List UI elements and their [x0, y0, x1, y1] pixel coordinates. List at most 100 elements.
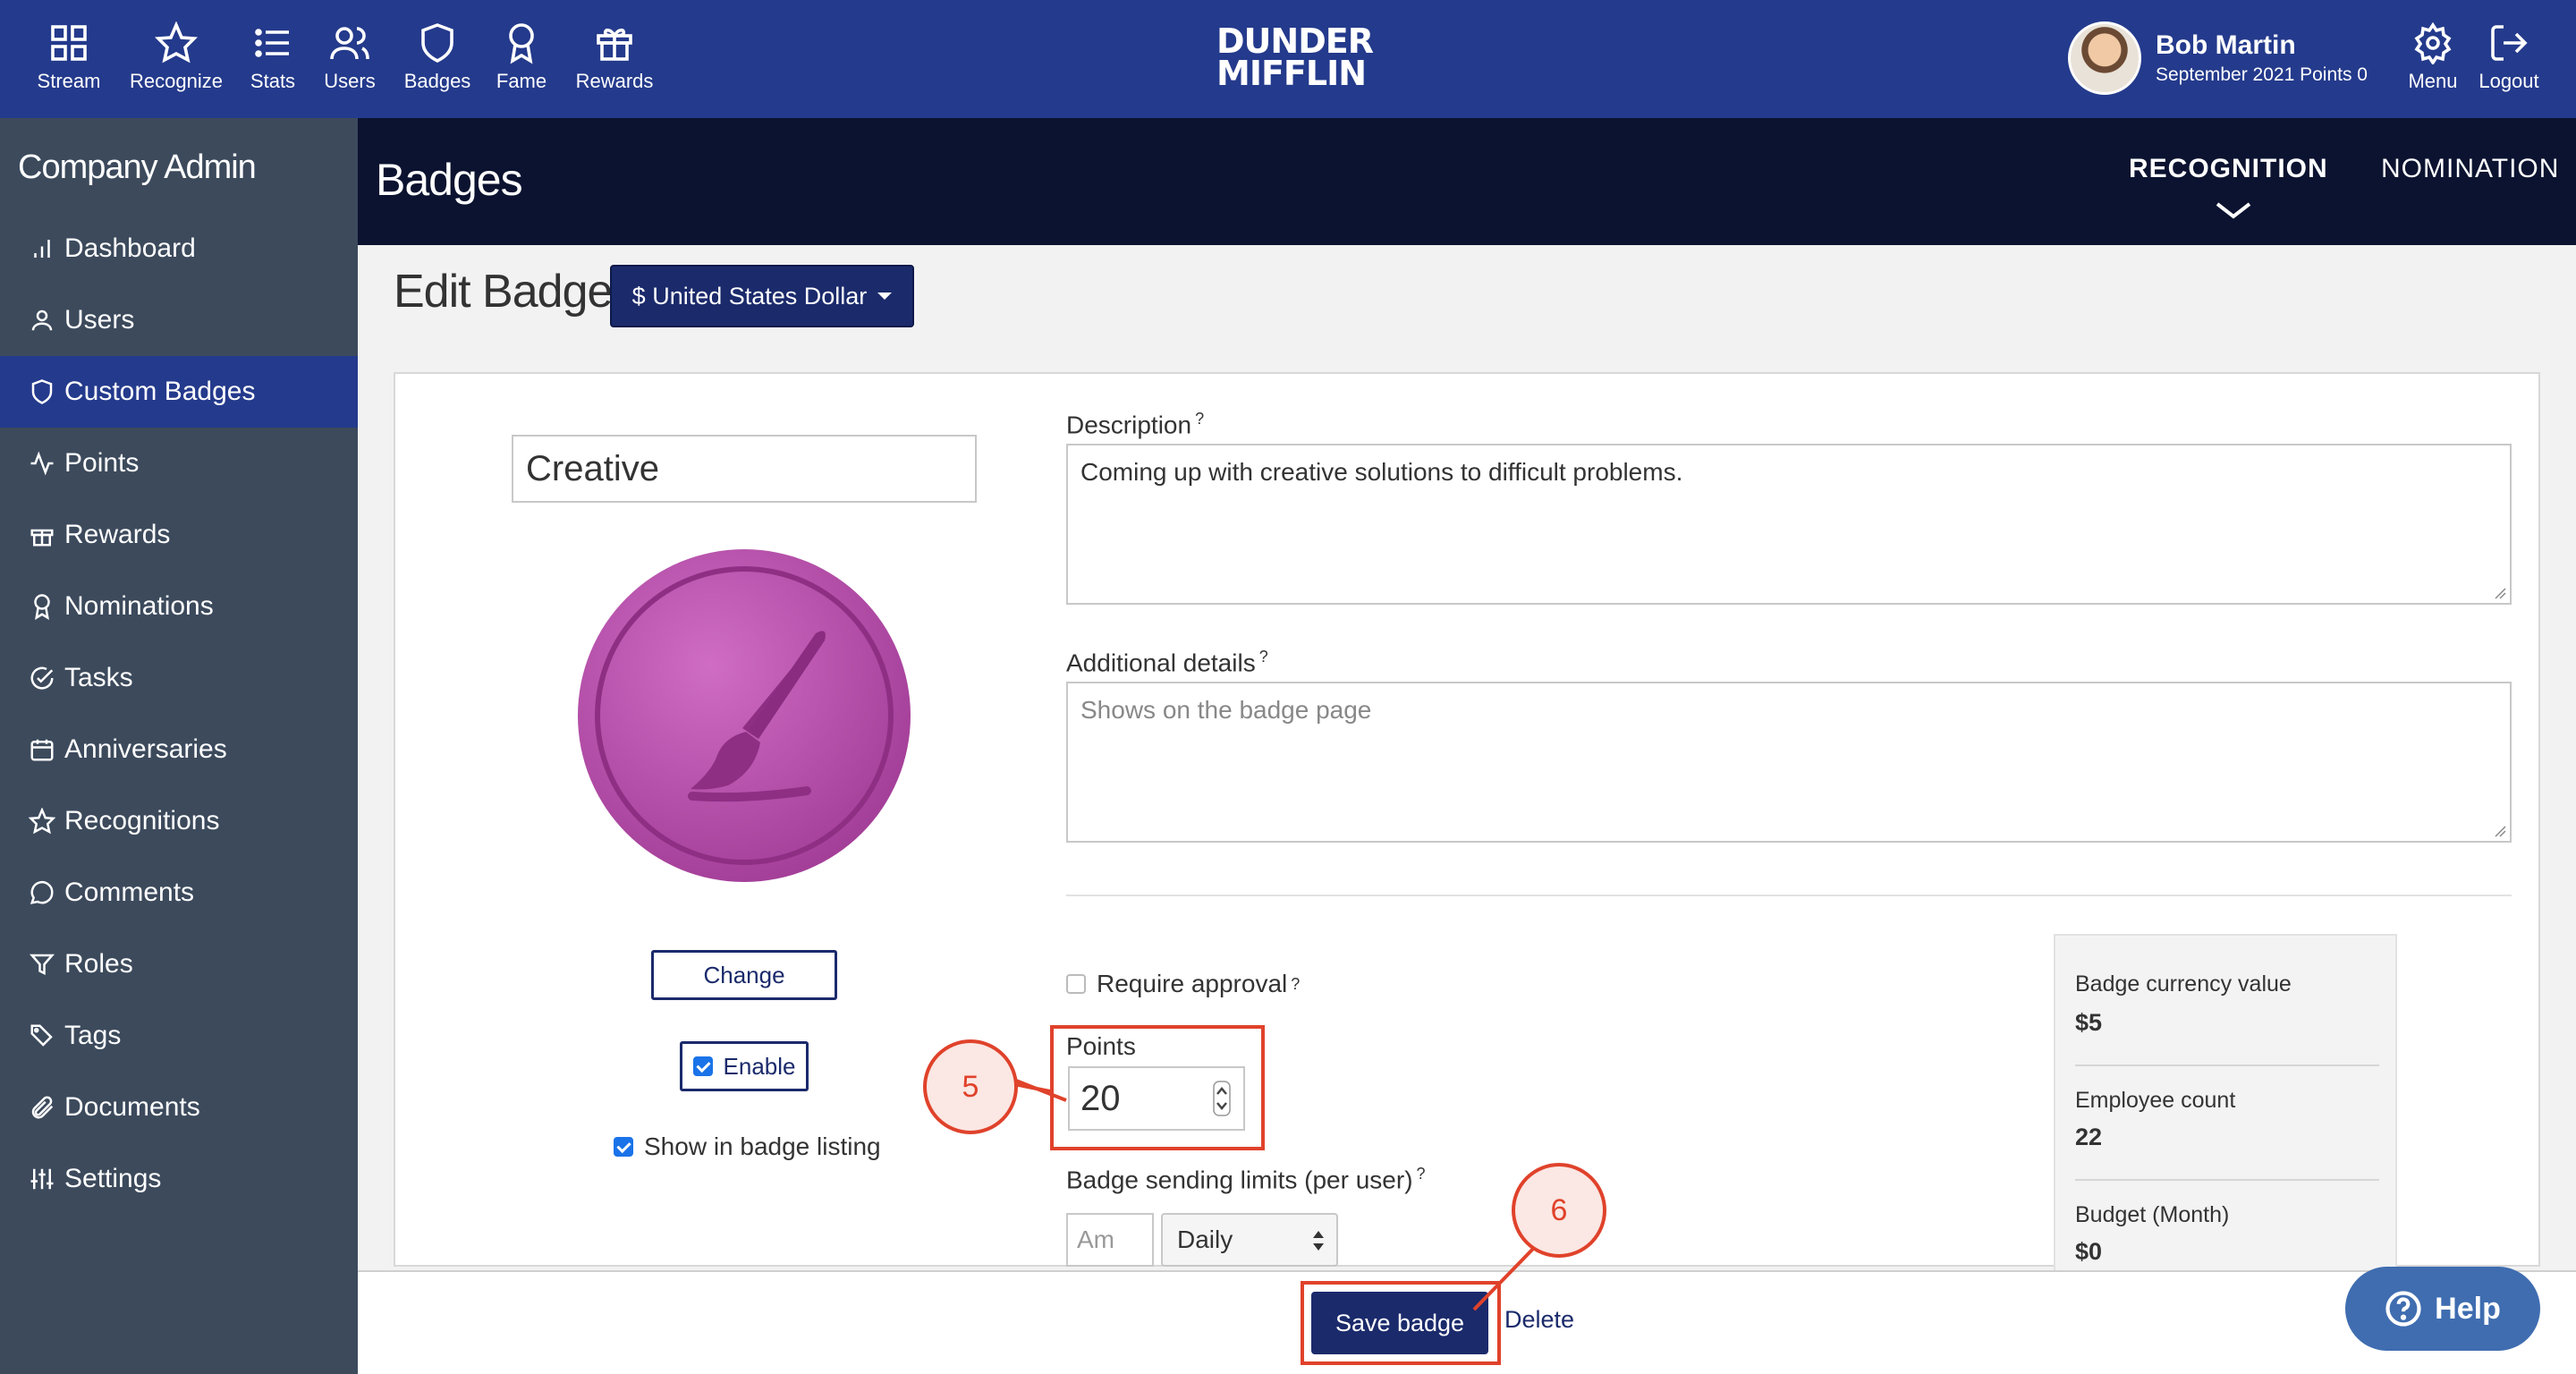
tab-nomination[interactable]: NOMINATION: [2381, 154, 2559, 184]
nav-label: Badges: [403, 70, 471, 92]
budget-value: $0: [2075, 1238, 2103, 1265]
tab-recognition[interactable]: RECOGNITION: [2129, 154, 2328, 184]
help-label: Help: [2435, 1291, 2501, 1326]
paintbrush-badge-icon: [578, 549, 911, 882]
shield-icon: [421, 23, 453, 64]
additional-placeholder: Shows on the badge page: [1080, 696, 1372, 724]
help-mark[interactable]: ?: [1259, 648, 1268, 666]
select-arrows-icon: [1313, 1231, 1324, 1251]
award-icon: [34, 594, 50, 620]
resize-handle-icon[interactable]: [2492, 585, 2506, 599]
sidebar-item-users[interactable]: Users: [0, 284, 358, 356]
logout-button[interactable]: Logout: [2460, 21, 2558, 93]
sidebar-item-custom-badges[interactable]: Custom Badges: [0, 356, 358, 428]
sidebar-item-points[interactable]: Points: [0, 428, 358, 499]
sidebar-item-comments[interactable]: Comments: [0, 857, 358, 929]
shield-icon: [31, 379, 53, 404]
sending-limits-label: Badge sending limits (per user)?: [1066, 1165, 1426, 1194]
sidebar-item-recognitions[interactable]: Recognitions: [0, 785, 358, 857]
user-name: Bob Martin: [2156, 30, 2296, 60]
menu-label: Menu: [2408, 70, 2458, 92]
help-button[interactable]: Help: [2345, 1267, 2540, 1351]
sidebar-item-dashboard[interactable]: Dashboard: [0, 213, 358, 284]
enable-checkbox[interactable]: [692, 1056, 713, 1076]
calendar-icon: [30, 739, 54, 761]
message-circle-icon: [30, 880, 54, 904]
page-header: Badges RECOGNITION NOMINATION: [358, 118, 2576, 245]
help-mark[interactable]: ?: [1417, 1165, 1426, 1183]
nav-stream[interactable]: Stream: [20, 21, 118, 93]
show-listing-checkbox[interactable]: [614, 1137, 633, 1157]
limits-label-text: Badge sending limits (per user): [1066, 1166, 1413, 1194]
sidebar-item-documents[interactable]: Documents: [0, 1072, 358, 1143]
grid-icon: [51, 25, 87, 61]
logout-label: Logout: [2479, 70, 2539, 92]
section-divider: [1066, 895, 2512, 896]
description-textarea[interactable]: Coming up with creative solutions to dif…: [1066, 444, 2512, 605]
currency-dropdown[interactable]: $ United States Dollar: [610, 265, 914, 327]
currency-value: $5: [2075, 1009, 2103, 1036]
sidebar-item-label: Settings: [64, 1164, 162, 1193]
sidebar-item-nominations[interactable]: Nominations: [0, 571, 358, 642]
sidebar-item-tags[interactable]: Tags: [0, 1000, 358, 1072]
nav-label: Users: [324, 70, 376, 92]
nav-recognize[interactable]: Recognize: [127, 21, 225, 93]
paperclip-icon: [31, 1096, 54, 1119]
sidebar-item-tasks[interactable]: Tasks: [0, 642, 358, 714]
enable-label: Enable: [723, 1052, 796, 1080]
employee-count-label: Employee count: [2075, 1088, 2236, 1113]
require-approval-option[interactable]: Require approval?: [1066, 970, 1300, 998]
star-icon: [155, 21, 198, 64]
chevron-down-icon: [2216, 202, 2251, 219]
change-image-button[interactable]: Change: [651, 950, 837, 1000]
sidebar-item-label: Rewards: [64, 520, 171, 549]
amount-placeholder: Am: [1077, 1226, 1114, 1253]
company-logo[interactable]: DUNDER MIFFLIN: [1216, 21, 1374, 93]
nav-rewards[interactable]: Rewards: [565, 21, 664, 93]
admin-sidebar: Company Admin Dashboard Users Custom Bad…: [0, 118, 358, 1374]
logo-line-2: MIFFLIN: [1216, 54, 1367, 93]
sidebar-item-label: Points: [64, 448, 140, 478]
panel-divider: [2075, 1064, 2379, 1066]
badge-name-input[interactable]: Creative: [512, 435, 977, 503]
gift-icon: [597, 28, 632, 61]
gear-icon: [2414, 21, 2452, 64]
page-title: Badges: [376, 155, 523, 205]
nav-label: Recognize: [130, 70, 223, 92]
nav-label: Stream: [37, 70, 101, 92]
currency-value-label: Badge currency value: [2075, 971, 2292, 997]
additional-details-textarea[interactable]: Shows on the badge page: [1066, 682, 2512, 843]
resize-handle-icon[interactable]: [2492, 823, 2506, 837]
sidebar-item-settings[interactable]: Settings: [0, 1143, 358, 1215]
nav-label: Stats: [250, 70, 296, 92]
save-highlight-box: [1301, 1281, 1501, 1365]
description-value: Coming up with creative solutions to dif…: [1080, 458, 1683, 486]
logo-line-1: DUNDER: [1216, 21, 1374, 61]
filter-icon: [29, 954, 55, 976]
nav-users[interactable]: Users: [301, 21, 399, 93]
sidebar-item-label: Custom Badges: [64, 377, 256, 406]
sidebar-item-anniversaries[interactable]: Anniversaries: [0, 714, 358, 785]
help-mark[interactable]: ?: [1195, 410, 1204, 428]
budget-label: Budget (Month): [2075, 1202, 2230, 1227]
user-profile[interactable]: Bob Martin September 2021 Points 0: [2068, 21, 2368, 95]
help-mark[interactable]: ?: [1291, 975, 1300, 994]
enable-toggle[interactable]: Enable: [680, 1041, 809, 1091]
user-points: September 2021 Points 0: [2156, 64, 2368, 85]
sidebar-item-rewards[interactable]: Rewards: [0, 499, 358, 571]
avatar: [2068, 21, 2141, 95]
activity-icon: [30, 451, 54, 476]
require-label: Require approval: [1097, 970, 1288, 997]
sidebar-item-label: Anniversaries: [64, 734, 227, 764]
sidebar-item-label: Users: [64, 305, 135, 335]
nav-fame[interactable]: Fame: [472, 21, 571, 93]
require-approval-checkbox[interactable]: [1066, 974, 1086, 994]
delete-link[interactable]: Delete: [1504, 1306, 1574, 1334]
sidebar-item-roles[interactable]: Roles: [0, 929, 358, 1000]
show-listing-label: Show in badge listing: [644, 1132, 881, 1160]
help-circle-icon: [2385, 1291, 2421, 1327]
sidebar-item-label: Tasks: [64, 663, 133, 692]
show-in-listing-option[interactable]: Show in badge listing: [614, 1132, 881, 1161]
limit-period-select[interactable]: Daily: [1161, 1213, 1338, 1267]
limit-amount-input[interactable]: Am: [1066, 1213, 1154, 1267]
